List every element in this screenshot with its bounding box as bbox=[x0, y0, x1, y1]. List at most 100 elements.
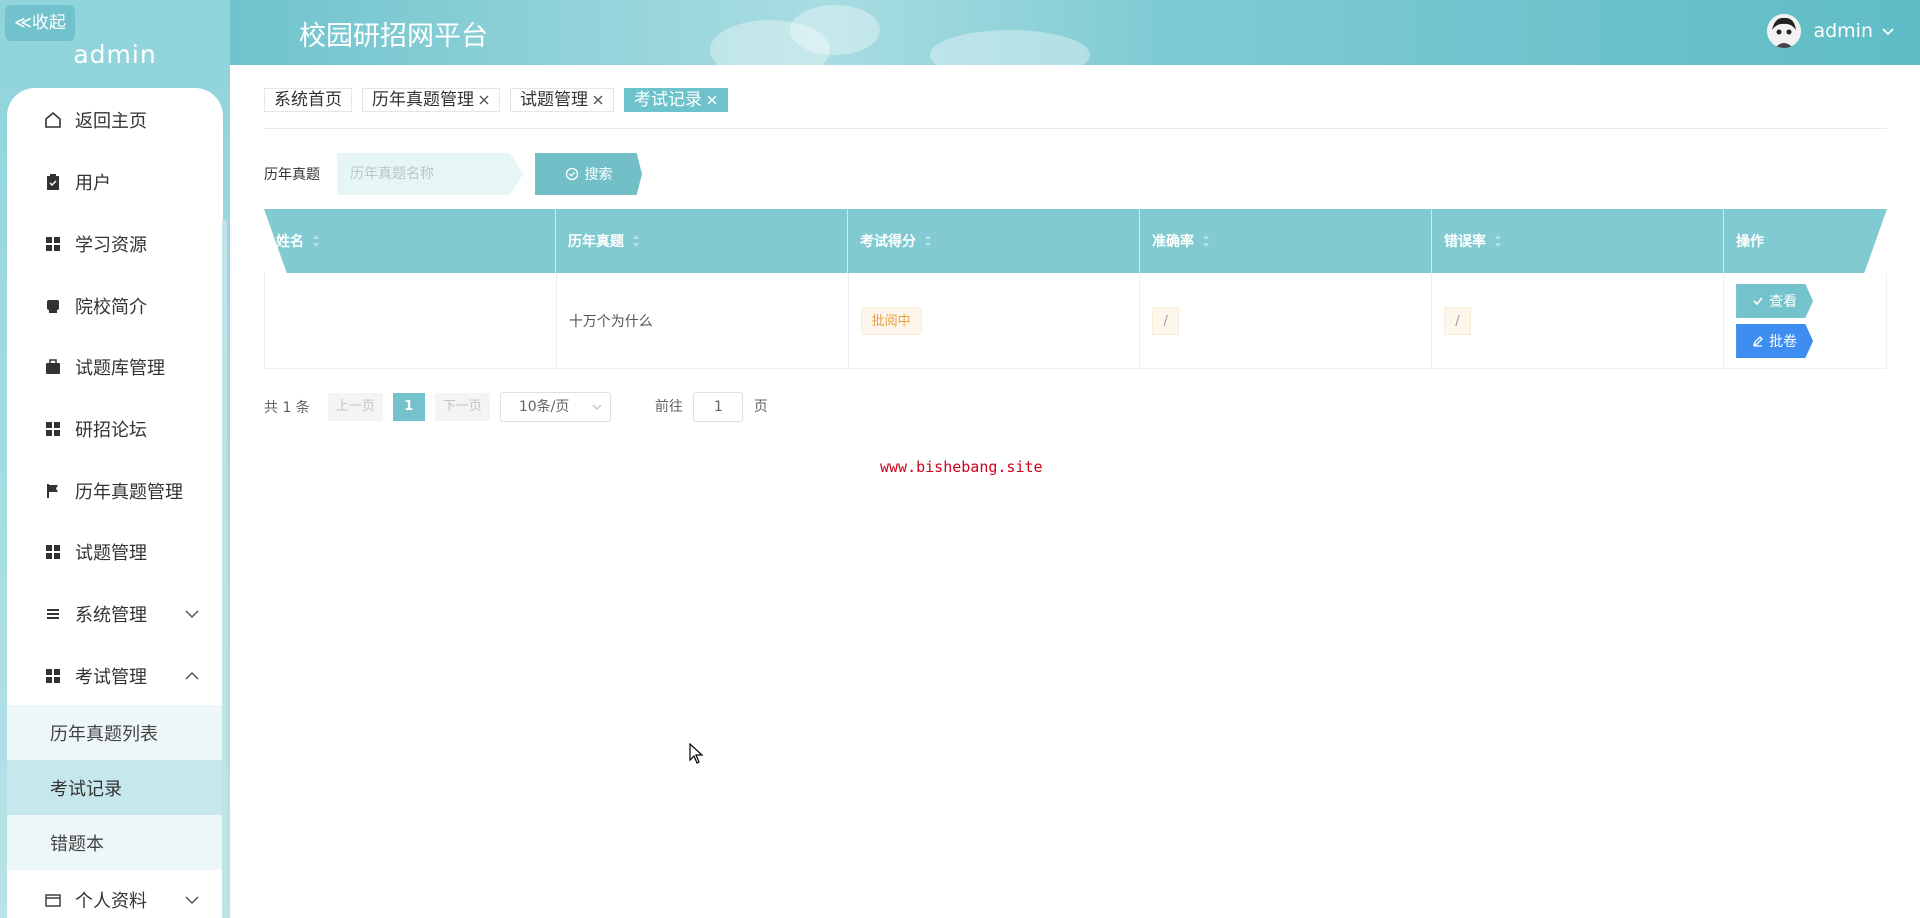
sidebar-item-learning-resources[interactable]: 学习资源 bbox=[7, 215, 223, 273]
close-icon[interactable] bbox=[592, 94, 604, 106]
sidebar-item-label: 学习资源 bbox=[75, 235, 147, 256]
pagination-total: 共 1 条 bbox=[264, 400, 310, 416]
tab-label: 试题管理 bbox=[520, 90, 588, 110]
sort-icon bbox=[1203, 235, 1209, 247]
user-menu[interactable]: admin bbox=[1767, 14, 1895, 48]
search-button[interactable]: 搜索 bbox=[535, 153, 642, 195]
sidebar-item-school-intro[interactable]: 院校简介 bbox=[7, 277, 223, 335]
sidebar-item-label: 返回主页 bbox=[75, 111, 147, 132]
sidebar-item-exam-management[interactable]: 考试管理 bbox=[7, 647, 223, 705]
tab-label: 历年真题管理 bbox=[372, 90, 474, 110]
goto-page: 前往 页 bbox=[655, 392, 768, 422]
sidebar-item-label: 院校简介 bbox=[75, 297, 147, 318]
sidebar-subitem-exam-records[interactable]: 考试记录 bbox=[7, 760, 223, 815]
column-header-accuracy[interactable]: 准确率 bbox=[1140, 209, 1432, 273]
header-username: admin bbox=[1813, 20, 1873, 42]
tab-past-papers[interactable]: 历年真题管理 bbox=[362, 88, 500, 112]
flag-icon bbox=[43, 481, 63, 501]
search-input[interactable] bbox=[337, 153, 523, 195]
tab-home[interactable]: 系统首页 bbox=[264, 88, 352, 112]
table-row: 十万个为什么 批阅中 / / 查看 批卷 bbox=[264, 273, 1887, 369]
book-icon bbox=[43, 296, 63, 316]
page-size-select[interactable]: 10条/页 bbox=[499, 392, 611, 422]
sort-icon bbox=[313, 235, 319, 247]
watermark-text: www.bishebang.site bbox=[880, 458, 1043, 476]
home-icon bbox=[43, 110, 63, 130]
card-icon bbox=[43, 890, 63, 910]
status-badge: 批阅中 bbox=[860, 307, 922, 335]
chevron-up-icon bbox=[185, 671, 199, 680]
cell-error-rate: / bbox=[1432, 273, 1725, 369]
divider bbox=[264, 128, 1887, 129]
sidebar-item-forum[interactable]: 研招论坛 bbox=[7, 400, 223, 458]
goto-suffix: 页 bbox=[753, 399, 768, 415]
next-page-button[interactable]: 下一页 bbox=[434, 393, 490, 421]
app-title: 校园研招网平台 bbox=[299, 21, 488, 52]
page-size-value: 10条/页 bbox=[518, 399, 570, 415]
grade-button[interactable]: 批卷 bbox=[1736, 324, 1814, 358]
cell-paper-text: 十万个为什么 bbox=[568, 314, 653, 330]
edit-icon bbox=[1753, 336, 1763, 347]
cell-accuracy: / bbox=[1140, 273, 1433, 369]
sidebar-scrollbar[interactable] bbox=[222, 220, 227, 918]
tab-bar: 系统首页 历年真题管理 试题管理 考试记录 bbox=[264, 88, 728, 112]
sort-icon bbox=[633, 235, 639, 247]
column-header-actions: 操作 bbox=[1724, 209, 1887, 273]
sidebar-item-system-management[interactable]: 系统管理 bbox=[7, 585, 223, 643]
sidebar-item-past-papers[interactable]: 历年真题管理 bbox=[7, 462, 223, 520]
clipboard-icon bbox=[43, 172, 63, 192]
mouse-cursor-icon bbox=[689, 743, 704, 764]
sidebar: ≪收起 admin 返回主页 用户 学习资源 院校简介 试题库管理 研招论坛 历… bbox=[0, 0, 230, 918]
view-button[interactable]: 查看 bbox=[1736, 284, 1814, 318]
cell-paper: 十万个为什么 bbox=[557, 273, 849, 369]
page-number-current[interactable]: 1 bbox=[392, 393, 425, 421]
chevron-down-icon bbox=[185, 896, 199, 905]
column-header-paper[interactable]: 历年真题 bbox=[556, 209, 848, 273]
view-button-label: 查看 bbox=[1769, 294, 1798, 310]
avatar bbox=[1767, 14, 1802, 48]
column-label: 历年真题 bbox=[568, 234, 624, 250]
tab-exam-records[interactable]: 考试记录 bbox=[624, 88, 728, 112]
close-icon[interactable] bbox=[706, 94, 718, 106]
cell-name bbox=[265, 273, 557, 369]
column-label: 操作 bbox=[1736, 234, 1764, 250]
table-header: 姓名 历年真题 考试得分 准确率 错误率 操作 bbox=[264, 209, 1887, 273]
sidebar-item-label: 用户 bbox=[75, 173, 111, 194]
pagination: 共 1 条 上一页 1 下一页 10条/页 前往 页 bbox=[264, 392, 768, 422]
chevron-down-icon bbox=[185, 610, 199, 619]
column-header-score[interactable]: 考试得分 bbox=[848, 209, 1140, 273]
sort-icon bbox=[1495, 235, 1501, 247]
chevron-down-icon bbox=[1882, 28, 1894, 36]
column-label: 姓名 bbox=[276, 234, 304, 250]
cloud-decoration bbox=[930, 30, 1090, 65]
sidebar-item-user[interactable]: 用户 bbox=[7, 153, 223, 211]
check-icon bbox=[1753, 297, 1763, 306]
prev-page-button[interactable]: 上一页 bbox=[327, 393, 383, 421]
cloud-decoration bbox=[790, 5, 880, 55]
close-icon[interactable] bbox=[478, 94, 490, 106]
accuracy-value: / bbox=[1152, 307, 1179, 335]
list-icon bbox=[43, 604, 63, 624]
goto-prefix: 前往 bbox=[654, 399, 683, 415]
goto-page-input[interactable] bbox=[693, 392, 744, 422]
grid-icon bbox=[43, 234, 63, 254]
check-circle-icon bbox=[565, 167, 578, 181]
column-label: 考试得分 bbox=[860, 234, 916, 250]
sidebar-subitem-wrong-questions[interactable]: 错题本 bbox=[7, 815, 223, 870]
column-header-error-rate[interactable]: 错误率 bbox=[1432, 209, 1724, 273]
sidebar-item-question-bank[interactable]: 试题库管理 bbox=[7, 338, 223, 396]
collapse-sidebar-button[interactable]: ≪收起 bbox=[5, 5, 75, 41]
sidebar-item-question-management[interactable]: 试题管理 bbox=[7, 523, 223, 581]
sidebar-username: admin bbox=[73, 40, 157, 69]
sidebar-item-home[interactable]: 返回主页 bbox=[7, 91, 223, 149]
grade-button-label: 批卷 bbox=[1769, 334, 1798, 350]
column-header-name[interactable]: 姓名 bbox=[264, 209, 556, 273]
sidebar-item-profile[interactable]: 个人资料 bbox=[7, 871, 223, 918]
briefcase-icon bbox=[43, 357, 63, 377]
cell-score: 批阅中 bbox=[849, 273, 1141, 369]
grid-icon bbox=[43, 666, 63, 686]
top-header: 校园研招网平台 admin bbox=[230, 0, 1920, 65]
sidebar-subitem-past-papers-list[interactable]: 历年真题列表 bbox=[7, 705, 223, 760]
tab-question-management[interactable]: 试题管理 bbox=[510, 88, 614, 112]
exam-records-table: 姓名 历年真题 考试得分 准确率 错误率 操作 十万个为什么 批阅中 / / 查… bbox=[264, 209, 1887, 369]
